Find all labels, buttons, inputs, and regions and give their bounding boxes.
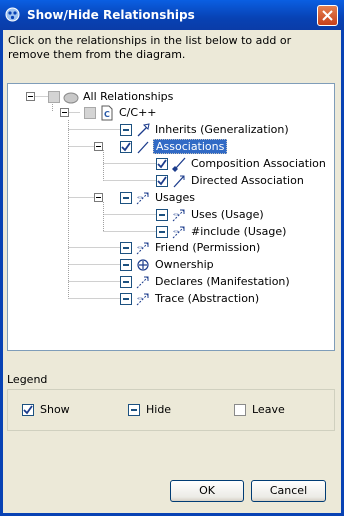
usage-icon: «»: [171, 224, 187, 240]
cloud-icon: [63, 89, 79, 105]
generalization-icon: [135, 122, 151, 138]
tree-label: All Relationships: [83, 90, 174, 103]
permission-icon: «»: [135, 240, 151, 256]
app-icon: [5, 7, 20, 22]
legend-leave-label: Leave: [252, 403, 285, 416]
checkbox-cpp[interactable]: [84, 106, 96, 119]
svg-text:«»: «»: [173, 212, 179, 218]
tree-item-cpp[interactable]: C C/C++: [84, 104, 157, 121]
tree-label: Associations: [153, 139, 228, 154]
checkbox-trace[interactable]: [120, 292, 132, 305]
legend-leave: Leave: [234, 403, 285, 416]
tree-label: Usages: [155, 191, 196, 204]
collapse-toggle-usages[interactable]: [94, 193, 103, 202]
checkbox-include[interactable]: [156, 225, 168, 238]
close-button[interactable]: [317, 5, 338, 26]
tree-label: Uses (Usage): [191, 208, 264, 221]
tree-item-declares[interactable]: Declares (Manifestation): [120, 273, 290, 290]
cancel-button[interactable]: Cancel: [251, 480, 326, 502]
tree-label: Declares (Manifestation): [155, 275, 290, 288]
svg-text:«»: «»: [137, 195, 143, 201]
tree-label: Ownership: [155, 258, 214, 271]
association-icon: [135, 139, 151, 155]
checkbox-all-relationships[interactable]: [48, 90, 60, 103]
composition-icon: [171, 156, 187, 172]
directed-association-icon: [171, 173, 187, 189]
instructions-text: Click on the relationships in the list b…: [8, 34, 292, 61]
checkbox-usages[interactable]: [120, 191, 132, 204]
tree-label: Inherits (Generalization): [155, 123, 289, 136]
legend-show-label: Show: [40, 403, 70, 416]
legend-box: Show Hide Leave: [7, 389, 335, 431]
legend-hide: Hide: [128, 403, 171, 416]
ownership-icon: [135, 257, 151, 273]
legend-caption: Legend: [7, 373, 48, 386]
tree-item-friend[interactable]: «» Friend (Permission): [120, 239, 260, 256]
svg-text:«»: «»: [173, 229, 179, 235]
checkbox-uses[interactable]: [156, 208, 168, 221]
collapse-toggle-cpp[interactable]: [60, 108, 69, 117]
relationships-tree[interactable]: All Relationships C C/C++ Inherits (Gene…: [7, 83, 335, 351]
checkbox-directed[interactable]: [156, 174, 168, 187]
tree-item-usages[interactable]: «» Usages: [120, 189, 195, 206]
legend-checked-icon: [22, 403, 34, 416]
checkbox-inherits[interactable]: [120, 123, 132, 136]
legend-empty-icon: [234, 403, 246, 416]
tree-item-all-relationships[interactable]: All Relationships: [48, 88, 173, 105]
tree-item-uses[interactable]: «» Uses (Usage): [156, 206, 264, 223]
tree-label: #include (Usage): [191, 225, 287, 238]
abstraction-icon: «»: [135, 291, 151, 307]
usage-icon: «»: [135, 190, 151, 206]
tree-label: Composition Association: [191, 157, 326, 170]
title-bar: Show/Hide Relationships: [0, 0, 344, 30]
svg-text:C: C: [104, 110, 110, 119]
svg-text:«»: «»: [137, 296, 143, 302]
tree-label: Directed Association: [191, 174, 304, 187]
usage-icon: «»: [171, 207, 187, 223]
close-icon: [322, 10, 333, 21]
manifestation-icon: [135, 274, 151, 290]
window-title: Show/Hide Relationships: [27, 8, 195, 22]
tree-item-directed[interactable]: Directed Association: [156, 172, 304, 189]
checkbox-composition[interactable]: [156, 157, 168, 170]
checkbox-declares[interactable]: [120, 275, 132, 288]
checkbox-associations[interactable]: [120, 140, 132, 153]
collapse-toggle-root[interactable]: [26, 92, 35, 101]
tree-item-inherits[interactable]: Inherits (Generalization): [120, 121, 289, 138]
ok-button[interactable]: OK: [170, 480, 244, 502]
checkbox-friend[interactable]: [120, 241, 132, 254]
tree-label: Trace (Abstraction): [155, 292, 260, 305]
legend-hide-icon: [128, 403, 140, 416]
legend-show: Show: [22, 403, 70, 416]
collapse-toggle-associations[interactable]: [94, 142, 103, 151]
tree-item-trace[interactable]: «» Trace (Abstraction): [120, 290, 259, 307]
tree-item-composition[interactable]: Composition Association: [156, 155, 326, 172]
tree-item-ownership[interactable]: Ownership: [120, 256, 214, 273]
checkbox-ownership[interactable]: [120, 258, 132, 271]
tree-label: Friend (Permission): [155, 241, 261, 254]
tree-item-associations[interactable]: Associations: [120, 138, 228, 155]
tree-label: C/C++: [119, 106, 157, 119]
tree-item-include[interactable]: «» #include (Usage): [156, 223, 286, 240]
legend-hide-label: Hide: [146, 403, 172, 416]
cpp-file-icon: C: [99, 105, 115, 121]
svg-text:«»: «»: [137, 245, 143, 251]
